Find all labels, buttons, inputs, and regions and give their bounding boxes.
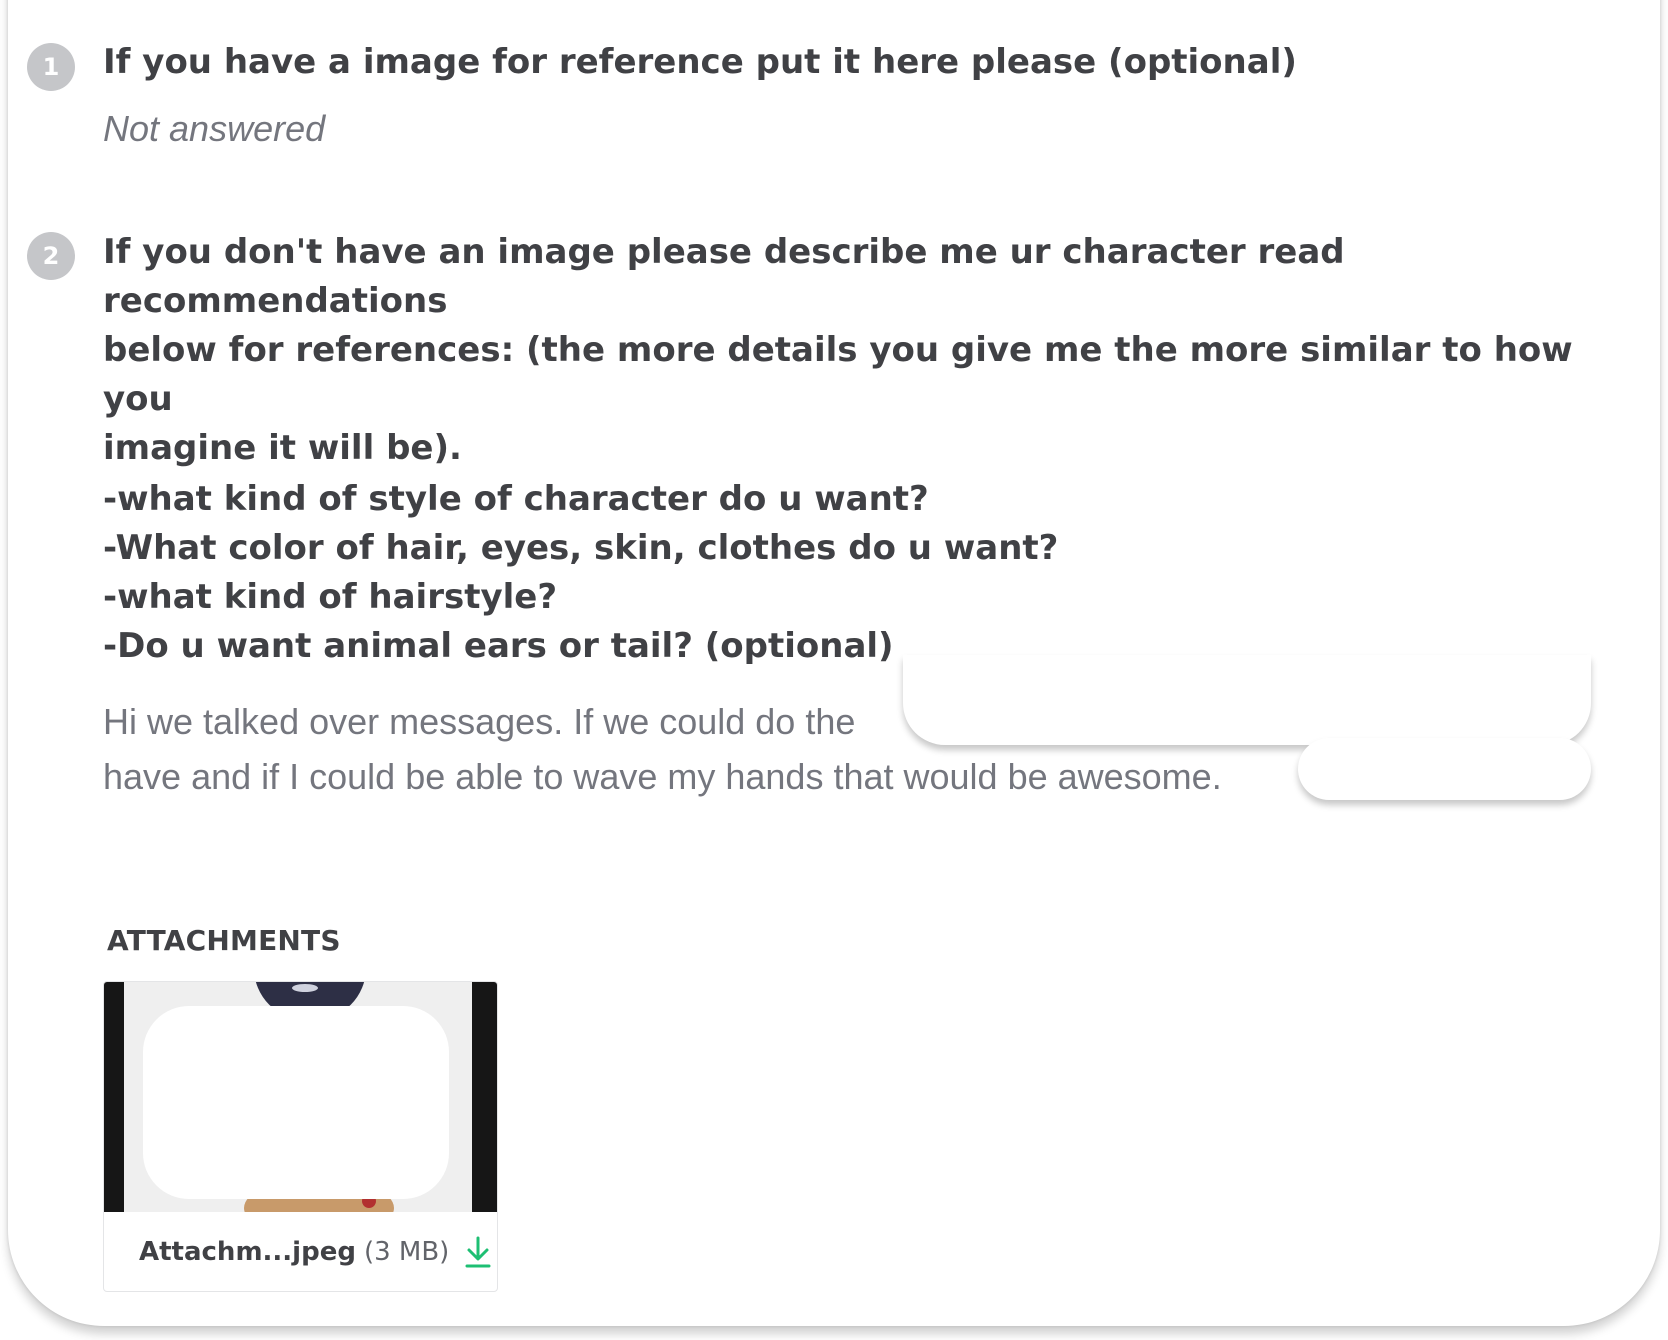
attachments-heading: ATTACHMENTS bbox=[107, 924, 341, 957]
redaction-overlay bbox=[903, 655, 1591, 745]
question-1-text: If you have a image for reference put it… bbox=[103, 42, 1297, 82]
attachment-footer: Attachm...jpeg (3 MB) bbox=[104, 1212, 497, 1291]
download-icon[interactable] bbox=[463, 1235, 493, 1269]
attachment-filesize: (3 MB) bbox=[363, 1236, 450, 1267]
attachment-thumbnail[interactable] bbox=[104, 982, 497, 1212]
question-2-recommendations: -what kind of style of character do u wa… bbox=[103, 479, 1059, 666]
question-2-text: If you don't have an image please descri… bbox=[103, 232, 1573, 468]
redaction-overlay bbox=[1298, 738, 1591, 800]
question-number-badge: 2 bbox=[27, 232, 75, 280]
question-1-answer: Not answered bbox=[103, 108, 326, 149]
redaction-overlay bbox=[143, 1006, 449, 1199]
attachment-filename[interactable]: Attachm...jpeg bbox=[139, 1237, 356, 1267]
question-number-badge: 1 bbox=[27, 43, 75, 91]
attachment-card[interactable]: Attachm...jpeg (3 MB) bbox=[103, 981, 498, 1292]
